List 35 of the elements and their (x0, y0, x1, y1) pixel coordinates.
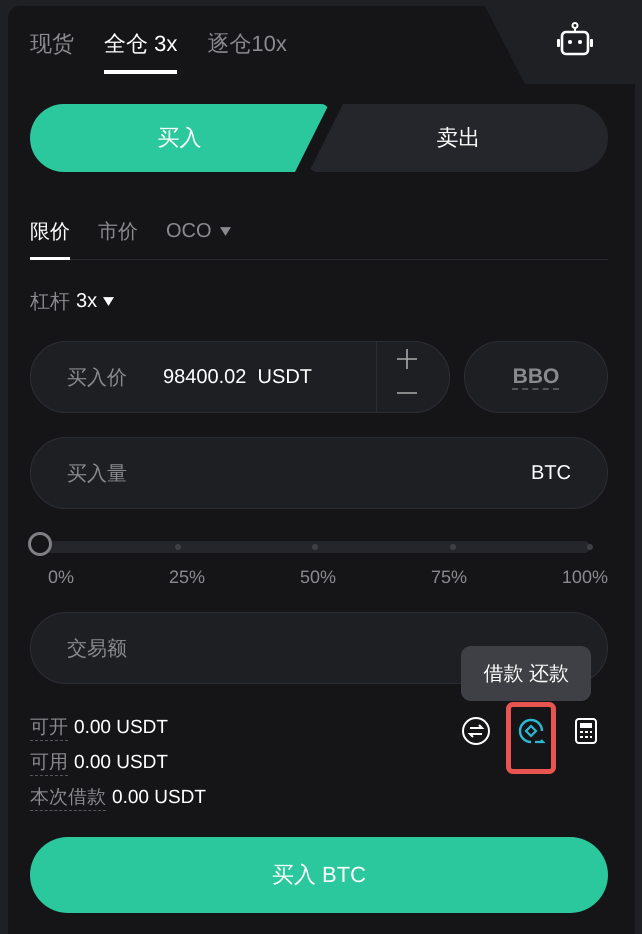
leverage-selector[interactable]: 杠杆 3x (30, 288, 114, 315)
order-type-tab[interactable]: 市价 (98, 212, 138, 260)
field-label: 交易额 (67, 636, 127, 662)
percent-label: 75% (430, 567, 467, 588)
tooltip: 借款 还款 (461, 646, 591, 701)
amount-field[interactable]: 买入量 BTC (30, 437, 608, 509)
account-tab[interactable]: 现货 (30, 24, 74, 74)
info-label: 本次借款 (30, 784, 106, 811)
caret-icon (103, 297, 114, 306)
info-label: 可开 (30, 714, 68, 741)
robot-icon[interactable] (555, 22, 595, 58)
percent-label: 25% (168, 567, 205, 588)
plus-icon[interactable] (395, 347, 419, 371)
account-tab[interactable]: 逐仓10x (207, 24, 287, 74)
slider-thumb[interactable] (28, 532, 52, 556)
field-label: 买入量 (67, 462, 127, 486)
info-label: 可用 (30, 749, 68, 776)
account-tab[interactable]: 全仓 3x (104, 24, 178, 74)
caret-icon (220, 227, 231, 236)
bbo-button[interactable]: BBO (464, 341, 608, 413)
unit-label: BTC (531, 462, 571, 484)
percent-label: 50% (300, 567, 336, 588)
order-type-tab[interactable]: OCO (166, 212, 231, 260)
percent-label: 0% (48, 567, 74, 588)
order-type-tab[interactable]: 限价 (30, 212, 70, 260)
info-value: 0.00 USDT (74, 717, 168, 739)
percent-label: 100% (562, 567, 608, 588)
field-label: 买入价 (67, 366, 127, 390)
borrow-repay-icon[interactable] (516, 716, 546, 746)
side-tab[interactable]: 卖出 (309, 104, 608, 172)
price-field[interactable]: 买入价 98400.02 USDT (30, 341, 450, 413)
price-value: 98400.02 USDT (163, 366, 313, 388)
info-value: 0.00 USDT (112, 787, 206, 809)
info-value: 0.00 USDT (74, 752, 168, 774)
transfer-icon[interactable] (461, 716, 491, 746)
